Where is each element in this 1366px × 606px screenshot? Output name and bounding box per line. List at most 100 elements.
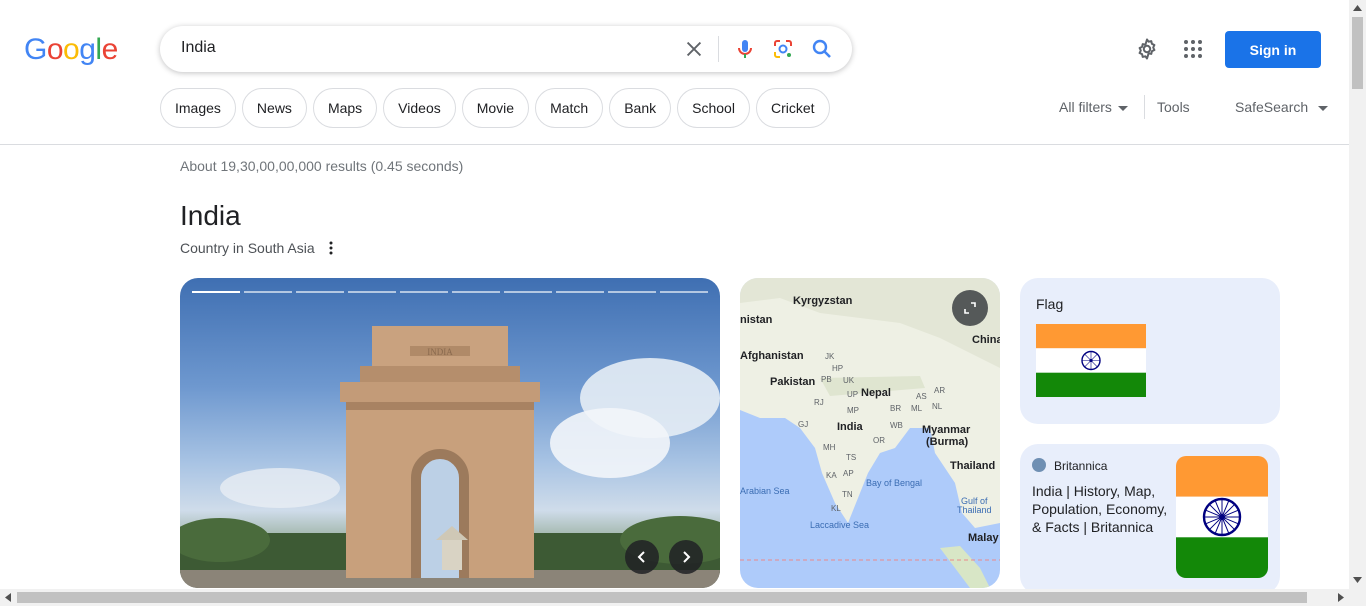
logo-letter: G (24, 33, 47, 66)
progress-segment (400, 291, 448, 293)
gate-inscription: INDIA (427, 347, 453, 357)
map-state-label: TS (846, 453, 857, 462)
search-icon[interactable] (810, 37, 834, 61)
result-stats: About 19,30,00,00,000 results (0.45 seco… (180, 158, 464, 174)
britannica-source: Britannica (1054, 459, 1108, 473)
chip-news[interactable]: News (241, 88, 307, 128)
chip-movie[interactable]: Movie (461, 88, 530, 128)
chip-school[interactable]: School (677, 88, 750, 128)
logo-letter: e (101, 33, 119, 66)
safesearch-label: SafeSearch (1235, 99, 1309, 115)
map-label-afghanistan: Afghanistan (740, 350, 804, 362)
vertical-scroll-thumb[interactable] (1352, 17, 1363, 89)
chip-cricket[interactable]: Cricket (755, 88, 830, 128)
map-label-nepal: Nepal (861, 387, 891, 399)
map-label-thailand: Thailand (950, 460, 996, 472)
search-input[interactable]: India (181, 39, 216, 57)
map-label-bay-of-bengal: Bay of Bengal (866, 478, 923, 488)
chevron-left-icon (637, 551, 645, 563)
chip-maps[interactable]: Maps (312, 88, 378, 128)
chip-match[interactable]: Match (535, 88, 604, 128)
map-state-label: TN (842, 490, 853, 499)
scroll-up-arrow-icon[interactable] (1353, 5, 1362, 11)
britannica-card[interactable]: Britannica India | History, Map, Populat… (1020, 444, 1280, 594)
map-label-china: China (972, 334, 1000, 346)
safesearch-button[interactable]: SafeSearch (1235, 99, 1329, 115)
map-state-label: PB (821, 375, 832, 384)
chip-images[interactable]: Images (160, 88, 236, 128)
knowledge-panel-subtitle: Country in South Asia (180, 240, 315, 256)
carousel-progress (192, 291, 708, 293)
more-options-icon[interactable] (326, 240, 336, 256)
dropdown-caret-icon (1117, 105, 1128, 111)
google-apps-icon[interactable] (1181, 37, 1205, 61)
search-divider (718, 36, 719, 62)
carousel-prev-button[interactable] (625, 540, 659, 574)
chip-videos[interactable]: Videos (383, 88, 456, 128)
toolbar-divider (1144, 95, 1145, 119)
map-state-label: AR (934, 386, 946, 395)
map-label-myanmar: Myanmar (922, 424, 971, 436)
header-divider (0, 144, 1349, 145)
britannica-link-text[interactable]: India | History, Map, Population, Econom… (1032, 482, 1172, 536)
map-state-label: BR (890, 404, 902, 413)
logo-letter: o (63, 33, 80, 66)
map-state-label: UP (847, 390, 859, 399)
map-label-laccadive-sea: Laccadive Sea (810, 520, 870, 530)
map-state-label: KL (831, 504, 841, 513)
progress-segment (296, 291, 344, 293)
scroll-down-arrow-icon[interactable] (1353, 577, 1362, 583)
map-state-label: OR (873, 436, 885, 445)
scroll-left-arrow-icon[interactable] (5, 593, 11, 602)
horizontal-scroll-thumb[interactable] (17, 592, 1307, 603)
map-label-arabian-sea: Arabian Sea (740, 486, 790, 496)
progress-segment (504, 291, 552, 293)
india-flag-image (1036, 324, 1146, 397)
flag-card-title: Flag (1036, 296, 1064, 312)
microphone-icon[interactable] (733, 37, 757, 61)
search-box[interactable]: India (160, 26, 852, 72)
map-label-tajikistan: nistan (740, 314, 773, 326)
chevron-right-icon (683, 551, 691, 563)
settings-gear-icon[interactable] (1135, 37, 1159, 61)
map-state-label: HP (832, 364, 844, 373)
search-chips: Images News Maps Videos Movie Match Bank… (160, 88, 830, 128)
britannica-favicon-icon (1032, 458, 1046, 472)
progress-segment (192, 291, 240, 293)
expand-icon (964, 302, 976, 314)
scroll-right-arrow-icon[interactable] (1338, 593, 1344, 602)
google-logo[interactable]: Google (24, 33, 118, 67)
map-card[interactable]: Kyrgyzstan nistan China Afghanistan Paki… (740, 278, 1000, 588)
progress-segment (660, 291, 708, 293)
carousel-next-button[interactable] (669, 540, 703, 574)
map-label-gulf-thailand: Thailand (957, 505, 992, 515)
flag-card[interactable]: Flag (1020, 278, 1280, 424)
map-state-label: ML (911, 404, 923, 413)
image-carousel[interactable]: INDIA (180, 278, 720, 588)
india-flag-thumbnail (1176, 456, 1268, 578)
google-lens-icon[interactable] (771, 37, 795, 61)
progress-segment (244, 291, 292, 293)
map-state-label: RJ (814, 398, 824, 407)
search-results-page: Google India Sign in Images News Maps Vi… (0, 0, 1366, 606)
map-state-label: KA (826, 471, 837, 480)
map-label-burma: (Burma) (926, 436, 969, 448)
tools-button[interactable]: Tools (1157, 99, 1190, 115)
clear-icon[interactable] (683, 38, 705, 60)
logo-letter: g (79, 33, 96, 66)
chip-bank[interactable]: Bank (609, 88, 672, 128)
map-label-india: India (837, 421, 863, 433)
map-state-label: UK (843, 376, 855, 385)
all-filters-label: All filters (1059, 99, 1112, 115)
sign-in-button[interactable]: Sign in (1225, 31, 1321, 68)
horizontal-scrollbar[interactable] (0, 589, 1349, 606)
all-filters-button[interactable]: All filters (1059, 99, 1128, 115)
vertical-scrollbar[interactable] (1349, 0, 1366, 606)
logo-letter: o (46, 33, 64, 66)
map-state-label: MH (823, 443, 836, 452)
map-label-pakistan: Pakistan (770, 376, 816, 388)
expand-map-button[interactable] (952, 290, 988, 326)
progress-segment (452, 291, 500, 293)
map-state-label: AS (916, 392, 927, 401)
progress-segment (608, 291, 656, 293)
